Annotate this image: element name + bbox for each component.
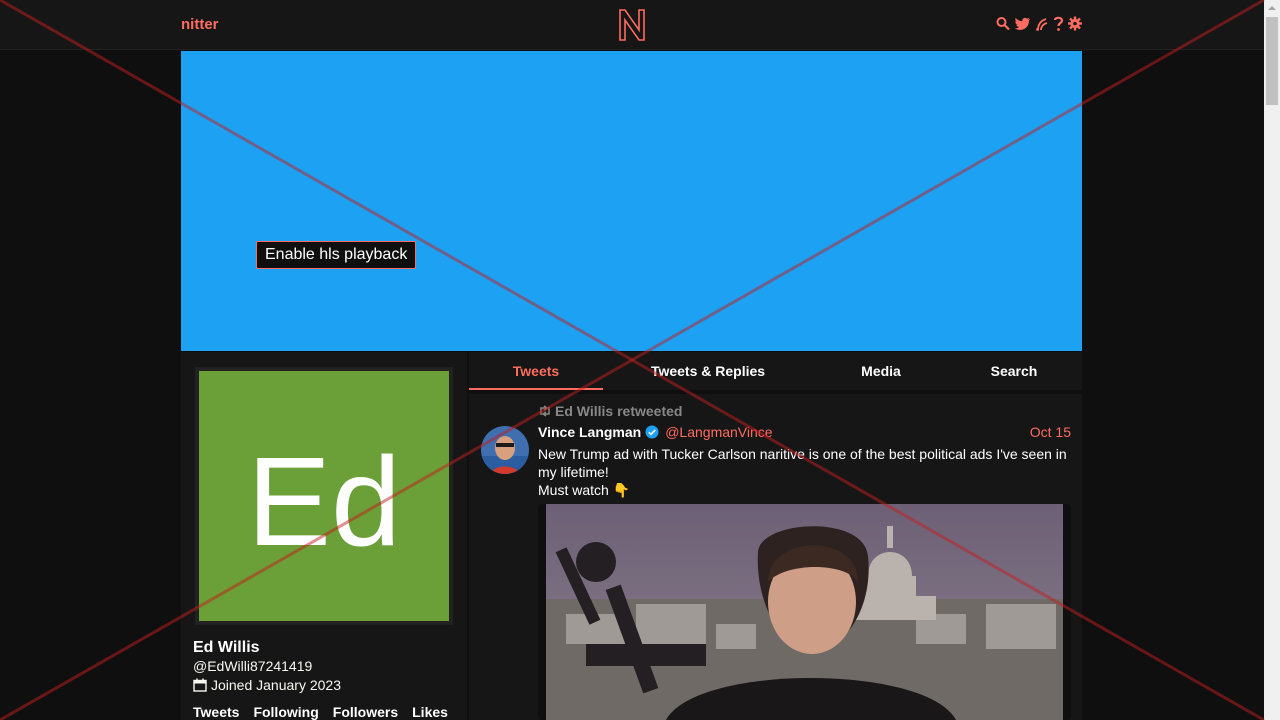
retweet-header: Ed Willis retweeted: [538, 403, 682, 419]
tweet-header: Vince Langman @LangmanVince Oct 15: [538, 423, 1071, 441]
tab-search[interactable]: Search: [974, 352, 1054, 390]
timeline-item[interactable]: Ed Willis retweeted Vince Langman @Langm…: [469, 394, 1082, 720]
search-icon[interactable]: [996, 15, 1010, 32]
joined-date: Joined January 2023: [211, 677, 341, 693]
twitter-bird-icon[interactable]: [1014, 15, 1031, 32]
scroll-up-button[interactable]: [1264, 0, 1280, 16]
stat-likes[interactable]: Likes: [412, 704, 448, 720]
stat-followers[interactable]: Followers: [333, 704, 398, 720]
timeline-tabs: Tweets Tweets & Replies Media Search: [469, 352, 1082, 390]
author-username[interactable]: @LangmanVince: [665, 424, 772, 440]
retweet-icon: [540, 405, 550, 417]
rss-icon[interactable]: [1035, 15, 1049, 32]
tab-media[interactable]: Media: [839, 352, 923, 390]
tab-tweets[interactable]: Tweets: [469, 352, 603, 390]
calendar-icon: [193, 678, 207, 692]
tweet-text-line: New Trump ad with Tucker Carlson naritiv…: [538, 446, 1067, 480]
tweet-date[interactable]: Oct 15: [1030, 424, 1071, 440]
profile-avatar[interactable]: Ed: [195, 367, 453, 625]
tab-tweets-replies[interactable]: Tweets & Replies: [623, 352, 793, 390]
tweet-author-avatar[interactable]: [481, 426, 529, 474]
enable-hls-playback-button[interactable]: Enable hls playback: [256, 241, 417, 269]
page-scrollbar[interactable]: [1264, 0, 1280, 720]
author-fullname[interactable]: Vince Langman: [538, 424, 641, 440]
profile-banner[interactable]: [181, 51, 1082, 351]
top-navbar: nitter: [0, 0, 1264, 50]
profile-joined: Joined January 2023: [193, 677, 341, 693]
retweeted-by-text: Ed Willis retweeted: [555, 403, 683, 419]
nitter-home-link[interactable]: nitter: [181, 16, 219, 33]
profile-handle[interactable]: @EdWilli87241419: [193, 658, 312, 674]
avatar-initials: Ed: [246, 431, 402, 572]
scroll-thumb[interactable]: [1266, 17, 1278, 105]
help-icon[interactable]: [1053, 15, 1064, 32]
profile-stats: Tweets Following Followers Likes: [193, 704, 448, 720]
settings-gear-icon[interactable]: [1068, 15, 1082, 32]
video-thumbnail: [546, 504, 1063, 720]
profile-name[interactable]: Ed Willis: [193, 639, 260, 657]
verified-badge-icon: [645, 425, 659, 439]
profile-card: Ed Ed Willis @EdWilli87241419 Joined Jan…: [181, 352, 467, 720]
stat-tweets[interactable]: Tweets: [193, 704, 239, 720]
video-container[interactable]: [538, 504, 1071, 720]
tweet-text-line: Must watch 👇: [538, 482, 631, 498]
tweet-content: New Trump ad with Tucker Carlson naritiv…: [538, 445, 1078, 499]
nitter-logo-icon[interactable]: [618, 8, 646, 42]
nav-icon-group: [996, 15, 1082, 32]
stat-following[interactable]: Following: [253, 704, 318, 720]
